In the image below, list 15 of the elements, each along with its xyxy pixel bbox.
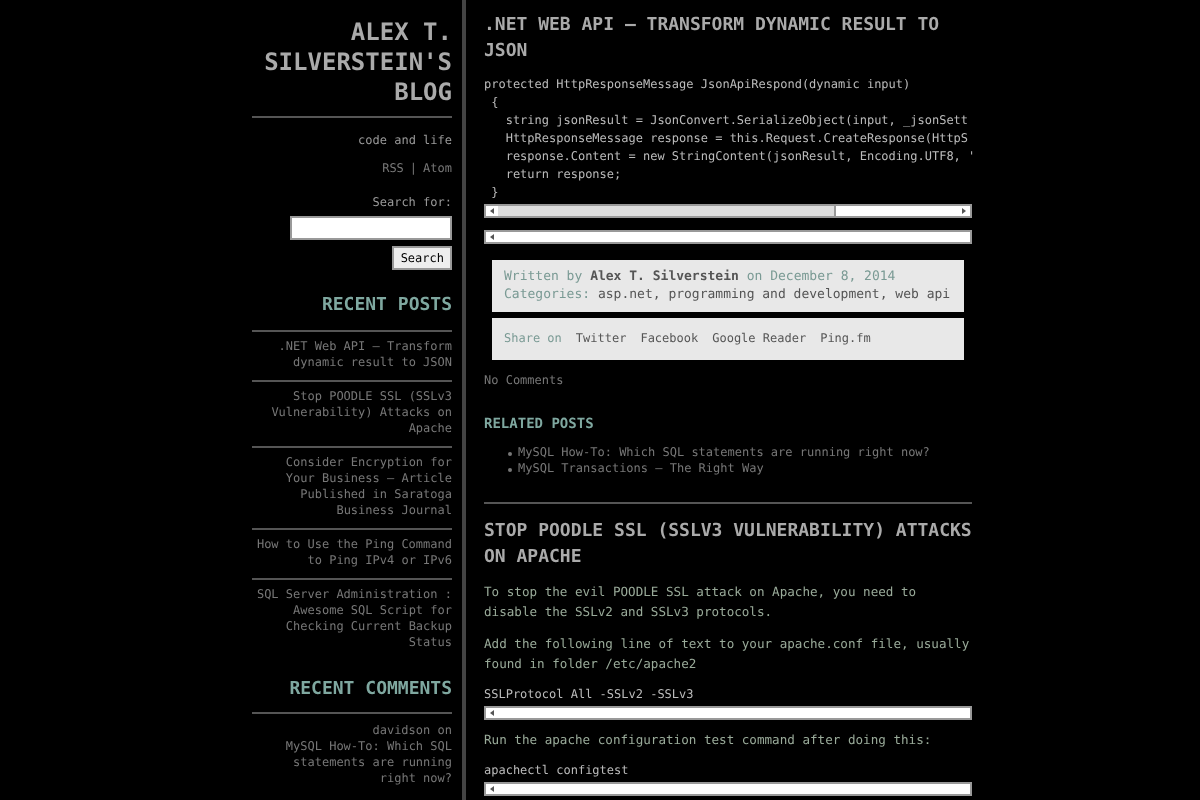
horizontal-scrollbar[interactable] (484, 230, 972, 244)
scroll-left-icon[interactable] (486, 783, 498, 793)
horizontal-scrollbar[interactable] (484, 204, 972, 218)
post-title[interactable]: STOP POODLE SSL (SSLV3 VULNERABILITY) ATTACKS ON APACHE (484, 519, 972, 571)
horizontal-scrollbar[interactable] (484, 705, 972, 719)
blog-title[interactable]: ALEX T. SILVERSTEIN'S BLOG (252, 18, 452, 114)
scroll-left-icon[interactable] (486, 707, 498, 717)
scroll-right-icon[interactable] (958, 206, 970, 216)
section-heading: RECENT COMMENTS (289, 677, 452, 703)
post-title[interactable]: .NET WEB API – TRANSFORM DYNAMIC RESULT TO JSON (484, 14, 972, 66)
scroll-left-icon[interactable] (486, 206, 498, 216)
scroll-left-icon[interactable] (486, 232, 498, 242)
search-field[interactable] (290, 216, 452, 240)
horizontal-scrollbar[interactable] (484, 781, 972, 795)
section-heading: RECENT POSTS (321, 294, 452, 320)
